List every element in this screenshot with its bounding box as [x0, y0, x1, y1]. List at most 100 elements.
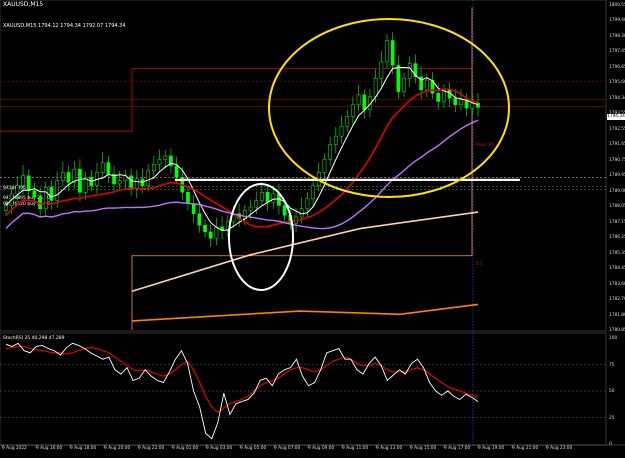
ma-longest-line — [131, 303, 479, 322]
candle-body — [100, 162, 105, 173]
candle-body — [351, 104, 355, 117]
price-tick: 1796.65 — [609, 64, 625, 70]
candle-body — [129, 175, 133, 190]
ma-slow-line — [5, 119, 479, 230]
candle-body — [333, 135, 338, 145]
indicator-tick: 0 — [609, 442, 612, 447]
candle-body — [49, 187, 54, 201]
candle-body — [305, 198, 310, 209]
time-tick: 9 Aug 11:00 — [342, 446, 369, 451]
candle-body — [453, 97, 458, 106]
time-tick: 9 Aug 03:00 — [206, 446, 233, 451]
candle-body — [396, 64, 401, 92]
candle-body — [203, 224, 207, 233]
price-tick: 1799.40 — [609, 18, 625, 24]
indicator-tick: 25 — [609, 415, 615, 421]
time-tick: 9 Aug 13:00 — [376, 446, 403, 451]
candle-body — [436, 93, 441, 102]
time-tick: 9 Aug 09:00 — [308, 446, 335, 451]
candle-body — [21, 175, 25, 186]
candle-body — [311, 185, 315, 200]
time-tick: 9 Aug 20:00 — [104, 446, 131, 451]
time-tick: 9 Aug 17:00 — [444, 446, 471, 451]
indicator-label: StochRSI 25 40.298 47.289 — [3, 336, 65, 341]
candle-body — [191, 203, 196, 214]
candle-body — [356, 94, 361, 106]
candle-body — [339, 126, 344, 137]
price-tick: 1790.75 — [609, 157, 625, 163]
time-tick: 9 Aug 18:00 — [70, 446, 97, 451]
time-tick: 9 Aug 01:00 — [172, 446, 199, 451]
candle-body — [66, 172, 71, 183]
price-tick: 1783.60 — [609, 281, 625, 287]
candle-body — [379, 61, 384, 79]
time-tick: 9 Aug 22:00 — [138, 446, 165, 451]
candle-body — [265, 191, 270, 203]
time-tick: 9 Aug 2022 — [2, 446, 27, 451]
candle-body — [55, 180, 60, 201]
time-tick: 9 Aug 21:00 — [512, 446, 539, 451]
indicator-tick: 50 — [609, 389, 615, 394]
candle-body — [15, 185, 20, 195]
candle-body — [106, 162, 111, 175]
ma-long-line — [131, 211, 479, 292]
price-tick: 1798.30 — [609, 33, 625, 39]
time-tick: 9 Aug 23:00 — [546, 446, 573, 451]
candle-body — [78, 168, 82, 193]
price-tick: 1800.55 — [609, 3, 625, 8]
candle-body — [4, 205, 8, 211]
price-tick: 1780.85 — [609, 328, 625, 333]
price-tick: 1789.00 — [609, 188, 625, 194]
candle-body — [402, 78, 406, 92]
candle-body — [157, 159, 162, 165]
candle-body — [248, 206, 253, 211]
candle-body — [163, 155, 168, 160]
candle-body — [260, 191, 264, 201]
candle-body — [385, 40, 389, 63]
candle-body — [345, 116, 350, 127]
candle-body — [373, 78, 378, 97]
ma-medium-line — [5, 88, 479, 228]
signal-line — [5, 345, 479, 413]
candle-body — [424, 79, 429, 91]
price-tick: 1797.45 — [609, 49, 625, 55]
candle-body — [146, 170, 151, 186]
candle-body — [186, 191, 190, 205]
price-tick: 1791.65 — [609, 142, 625, 148]
candle-body — [117, 180, 122, 185]
price-tick: 1789.95 — [609, 173, 625, 179]
candle-body — [470, 102, 475, 109]
candle-body — [214, 226, 219, 239]
price-tick: 1792.55 — [609, 126, 625, 132]
main-pane-frame — [0, 0, 607, 332]
candle-body — [282, 205, 287, 216]
candle-body — [362, 94, 367, 111]
candle-body — [407, 63, 412, 79]
candle-body — [328, 144, 332, 160]
price-chart-canvas[interactable] — [0, 0, 625, 458]
time-tick: 9 Aug 05:00 — [240, 446, 267, 451]
current-price-tag: 1794.34 — [607, 114, 625, 120]
candle-body — [390, 40, 395, 66]
time-tick: 9 Aug 07:00 — [274, 446, 301, 451]
time-tick: 9 Aug 15:00 — [410, 446, 437, 451]
indicator-pane-frame — [0, 332, 607, 446]
candle-body — [152, 163, 156, 172]
time-tick: 9 Aug 19:00 — [478, 446, 505, 451]
candle-body — [459, 99, 463, 106]
candle-body — [26, 175, 31, 191]
price-tick: 1784.45 — [609, 266, 625, 272]
pivot-r1-label: Pivot R1 — [476, 143, 495, 148]
candle-body — [271, 193, 276, 203]
candle-body — [32, 190, 37, 198]
candle-body — [322, 159, 327, 173]
price-tick: 1782.70 — [609, 297, 625, 303]
chart-window[interactable]: XAUUSD,M15 XAUUSD,M15 1794.12 1794.34 17… — [0, 0, 625, 458]
price-tick: 1786.25 — [609, 235, 625, 241]
price-tick: 1781.80 — [609, 312, 625, 318]
indicator-tick: 75 — [609, 362, 615, 368]
candle-body — [197, 213, 202, 226]
candle-body — [61, 172, 65, 181]
indicator-tick: 100 — [609, 336, 618, 341]
s1-label: S 1 — [476, 262, 484, 267]
